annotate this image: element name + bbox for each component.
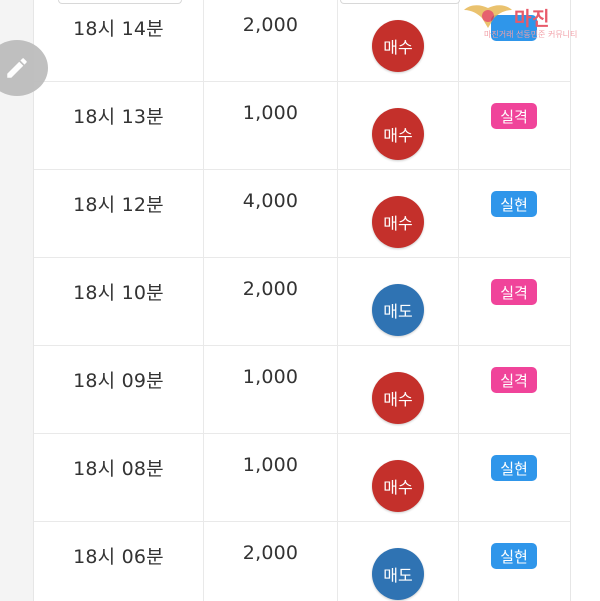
side-cell: 매수 — [338, 0, 459, 81]
time-cell: 18시 08분 — [34, 434, 204, 521]
trade-quantity: 2,000 — [242, 278, 299, 300]
side-cell: 매수 — [338, 82, 459, 169]
trade-quantity: 4,000 — [242, 190, 299, 212]
buy-badge[interactable]: 매수 — [372, 108, 424, 160]
time-cell: 18시 13분 — [34, 82, 204, 169]
table-row[interactable]: 18시 12분 4,000 매수 실현 — [34, 170, 570, 258]
tab-edge-right[interactable] — [340, 0, 460, 4]
result-cell: 실현 — [459, 522, 570, 601]
time-cell: 18시 10분 — [34, 258, 204, 345]
fail-badge: 실격 — [491, 279, 537, 305]
result-cell: 실격 — [459, 258, 570, 345]
trade-time: 18시 09분 — [73, 370, 164, 392]
result-cell: 실현 — [459, 434, 570, 521]
quantity-cell: 1,000 — [204, 434, 338, 521]
buy-badge[interactable]: 매수 — [372, 460, 424, 512]
site-watermark: 마진 마진거래 선동민준 커뮤니티 — [460, 0, 600, 42]
quantity-cell: 4,000 — [204, 170, 338, 257]
realized-badge: 실현 — [491, 455, 537, 481]
quantity-cell: 2,000 — [204, 0, 338, 81]
quantity-cell: 2,000 — [204, 522, 338, 601]
side-cell: 매도 — [338, 522, 459, 601]
result-cell: 실격 — [459, 82, 570, 169]
sell-badge[interactable]: 매도 — [372, 284, 424, 336]
table-row[interactable]: 18시 08분 1,000 매수 실현 — [34, 434, 570, 522]
trade-quantity: 2,000 — [242, 542, 299, 564]
table-row[interactable]: 18시 10분 2,000 매도 실격 — [34, 258, 570, 346]
time-cell: 18시 14분 — [34, 0, 204, 81]
trade-time: 18시 12분 — [73, 194, 164, 216]
trade-quantity: 1,000 — [242, 366, 299, 388]
buy-badge[interactable]: 매수 — [372, 20, 424, 72]
quantity-cell: 1,000 — [204, 82, 338, 169]
sell-badge[interactable]: 매도 — [372, 548, 424, 600]
side-cell: 매수 — [338, 170, 459, 257]
trade-time: 18시 14분 — [73, 18, 164, 40]
trade-time: 18시 10분 — [73, 282, 164, 304]
pencil-icon — [7, 58, 27, 78]
trade-quantity: 1,000 — [242, 102, 299, 124]
buy-badge[interactable]: 매수 — [372, 372, 424, 424]
trade-time: 18시 13분 — [73, 106, 164, 128]
trade-history-page: 18시 14분 2,000 매수 18시 13분 1,000 매수 실격 18시 12분 4,0… — [0, 0, 600, 601]
trade-quantity: 2,000 — [242, 14, 299, 36]
realized-badge: 실현 — [491, 543, 537, 569]
result-cell: 실현 — [459, 170, 570, 257]
result-cell: 실격 — [459, 346, 570, 433]
fail-badge: 실격 — [491, 367, 537, 393]
buy-badge[interactable]: 매수 — [372, 196, 424, 248]
time-cell: 18시 09분 — [34, 346, 204, 433]
trade-history-table: 18시 14분 2,000 매수 18시 13분 1,000 매수 실격 18시 12분 4,0… — [33, 0, 571, 601]
tab-edge-left[interactable] — [58, 0, 182, 4]
side-cell: 매수 — [338, 434, 459, 521]
trade-time: 18시 08분 — [73, 458, 164, 480]
table-row[interactable]: 18시 09분 1,000 매수 실격 — [34, 346, 570, 434]
time-cell: 18시 12분 — [34, 170, 204, 257]
quantity-cell: 1,000 — [204, 346, 338, 433]
quantity-cell: 2,000 — [204, 258, 338, 345]
watermark-tagline: 마진거래 선동민준 커뮤니티 — [484, 30, 578, 39]
side-cell: 매수 — [338, 346, 459, 433]
realized-badge: 실현 — [491, 191, 537, 217]
table-row[interactable]: 18시 13분 1,000 매수 실격 — [34, 82, 570, 170]
trade-quantity: 1,000 — [242, 454, 299, 476]
time-cell: 18시 06분 — [34, 522, 204, 601]
side-cell: 매도 — [338, 258, 459, 345]
trade-time: 18시 06분 — [73, 546, 164, 568]
winged-emblem-icon — [464, 5, 512, 28]
fail-badge: 실격 — [491, 103, 537, 129]
table-row[interactable]: 18시 06분 2,000 매도 실현 — [34, 522, 570, 601]
watermark-brand: 마진 — [514, 8, 550, 30]
